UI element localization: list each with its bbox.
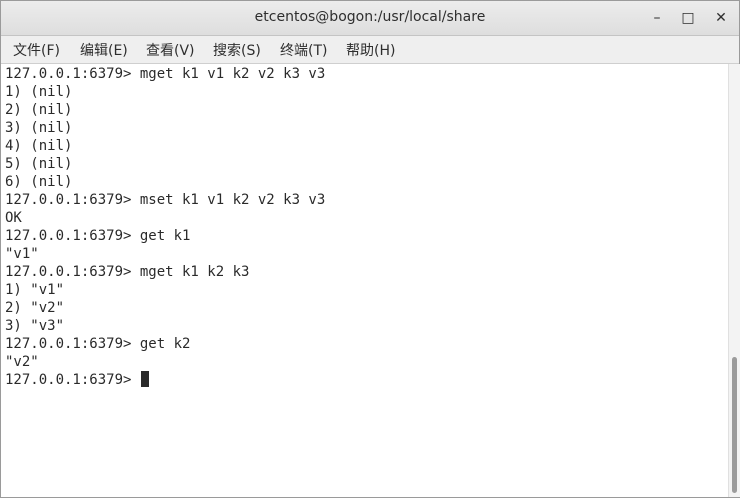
terminal-line: "v1" xyxy=(5,246,39,262)
terminal-window: etcentos@bogon:/usr/local/share – □ ✕ 文件… xyxy=(0,0,740,498)
maximize-icon[interactable]: □ xyxy=(678,8,698,28)
terminal-line: "v2" xyxy=(5,354,39,370)
menu-terminal[interactable]: 终端(T) xyxy=(280,40,327,60)
menu-file[interactable]: 文件(F) xyxy=(13,40,60,60)
terminal-line: OK xyxy=(5,210,22,226)
close-icon[interactable]: ✕ xyxy=(711,8,731,28)
terminal-line: 127.0.0.1:6379> mset k1 v1 k2 v2 k3 v3 xyxy=(5,192,326,208)
terminal-line: 1) "v1" xyxy=(5,282,65,298)
menu-bar: 文件(F) 编辑(E) 查看(V) 搜索(S) 终端(T) 帮助(H) xyxy=(1,36,739,64)
title-bar[interactable]: etcentos@bogon:/usr/local/share – □ ✕ xyxy=(1,1,739,36)
terminal-line: 2) "v2" xyxy=(5,300,65,316)
scrollbar-thumb[interactable] xyxy=(732,357,737,493)
window-title: etcentos@bogon:/usr/local/share xyxy=(254,9,486,25)
minimize-icon[interactable]: – xyxy=(647,8,667,28)
terminal-line: 3) "v3" xyxy=(5,318,65,334)
terminal-line: 3) (nil) xyxy=(5,120,73,136)
terminal-line: 2) (nil) xyxy=(5,102,73,118)
terminal-line: 127.0.0.1:6379> get k1 xyxy=(5,228,191,244)
menu-search[interactable]: 搜索(S) xyxy=(213,40,261,60)
prompt-line[interactable]: 127.0.0.1:6379> xyxy=(5,371,149,389)
terminal-line: 127.0.0.1:6379> mget k1 k2 k3 xyxy=(5,264,250,280)
vertical-scrollbar[interactable] xyxy=(728,64,740,497)
prompt-text: 127.0.0.1:6379> xyxy=(5,372,140,388)
text-cursor xyxy=(140,371,149,387)
menu-edit[interactable]: 编辑(E) xyxy=(80,40,128,60)
terminal-line: 1) (nil) xyxy=(5,84,73,100)
menu-view[interactable]: 查看(V) xyxy=(146,40,195,60)
terminal-output[interactable]: 127.0.0.1:6379> mget k1 v1 k2 v2 k3 v3 1… xyxy=(1,64,727,497)
terminal-line: 6) (nil) xyxy=(5,174,73,190)
terminal-line: 5) (nil) xyxy=(5,156,73,172)
terminal-line: 127.0.0.1:6379> get k2 xyxy=(5,336,191,352)
menu-help[interactable]: 帮助(H) xyxy=(346,40,395,60)
terminal-line: 4) (nil) xyxy=(5,138,73,154)
terminal-line: 127.0.0.1:6379> mget k1 v1 k2 v2 k3 v3 xyxy=(5,66,326,82)
